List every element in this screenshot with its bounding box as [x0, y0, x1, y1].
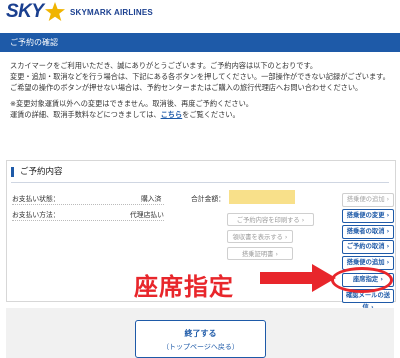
- payment-status-label: お支払い状態：: [12, 195, 60, 203]
- add-flight-2-label: 搭乗便の追加: [346, 259, 385, 266]
- red-arrow-icon: [260, 264, 336, 292]
- total-amount-value: [229, 190, 295, 204]
- page-title: ご予約の確認: [10, 38, 58, 47]
- note-text-before: 運賃の詳細、取消手数料などにつきましては、: [10, 110, 161, 119]
- note-text-after: をご覧ください。: [182, 110, 240, 119]
- logo-sky-text: SKY: [6, 1, 44, 22]
- payment-method-value: 代理店払い: [130, 211, 164, 219]
- boarding-certificate-button[interactable]: 搭乗証明書: [227, 247, 293, 260]
- add-flight-label: 搭乗便の追加: [346, 196, 385, 203]
- page-title-bar: ご予約の確認: [0, 33, 400, 52]
- panel-title: ご予約内容: [11, 167, 63, 177]
- row-divider: [12, 220, 164, 221]
- print-reservation-button[interactable]: ご予約内容を印刷する: [227, 213, 314, 226]
- payment-method-label: お支払い方法：: [12, 211, 60, 219]
- cancel-booking-button[interactable]: ご予約の取消 ›: [342, 240, 394, 254]
- cancel-passenger-label: 搭乗者の取消: [346, 228, 385, 235]
- intro-line-1: スカイマークをご利用いただき、誠にありがとうございます。ご予約内容は以下のとおり…: [10, 61, 318, 70]
- cancel-passenger-button[interactable]: 搭乗者の取消 ›: [342, 225, 394, 239]
- show-receipt-button[interactable]: 領収書を表示する: [227, 230, 293, 243]
- fare-details-link[interactable]: こちら: [161, 110, 183, 119]
- finish-label: 終了する: [184, 329, 217, 338]
- intro-note-2: 運賃の詳細、取消手数料などにつきましては、こちらをご覧ください。: [10, 109, 395, 120]
- star-logo-icon: [45, 2, 65, 21]
- payment-status-value: 購入済: [141, 195, 162, 203]
- add-flight-button[interactable]: 搭乗便の追加 ›: [342, 193, 394, 207]
- change-flight-button[interactable]: 搭乗便の変更 ›: [342, 209, 394, 223]
- intro-text: スカイマークをご利用いただき、誠にありがとうございます。ご予約内容は以下のとおり…: [10, 60, 395, 120]
- site-header: SKY SKYMARK AIRLINES: [0, 0, 400, 28]
- finish-button[interactable]: 終了する （トップページへ戻る）: [135, 320, 266, 358]
- row-divider: [12, 204, 164, 205]
- intro-line-2: 変更・追加・取消などを行う場合は、下記にある各ボタンを押してください。一部操作が…: [10, 72, 390, 81]
- change-flight-label: 搭乗便の変更: [346, 212, 385, 219]
- intro-line-3: ご希望の操作のボタンが押せない場合は、予約センターまたはご購入の旅行代理店へお問…: [10, 83, 363, 92]
- intro-note-1: ※変更対象運賃以外への変更はできません。取消後、再度ご予約ください。: [10, 99, 253, 108]
- total-amount-label: 合計金額：: [191, 195, 225, 203]
- finish-sublabel: （トップページへ戻る）: [162, 343, 239, 351]
- annotation-label: 座席指定: [134, 273, 234, 301]
- airline-name: SKYMARK AIRLINES: [70, 8, 153, 17]
- panel-divider: [11, 182, 389, 183]
- annotation-ring: [331, 267, 393, 293]
- cancel-booking-label: ご予約の取消: [346, 243, 385, 250]
